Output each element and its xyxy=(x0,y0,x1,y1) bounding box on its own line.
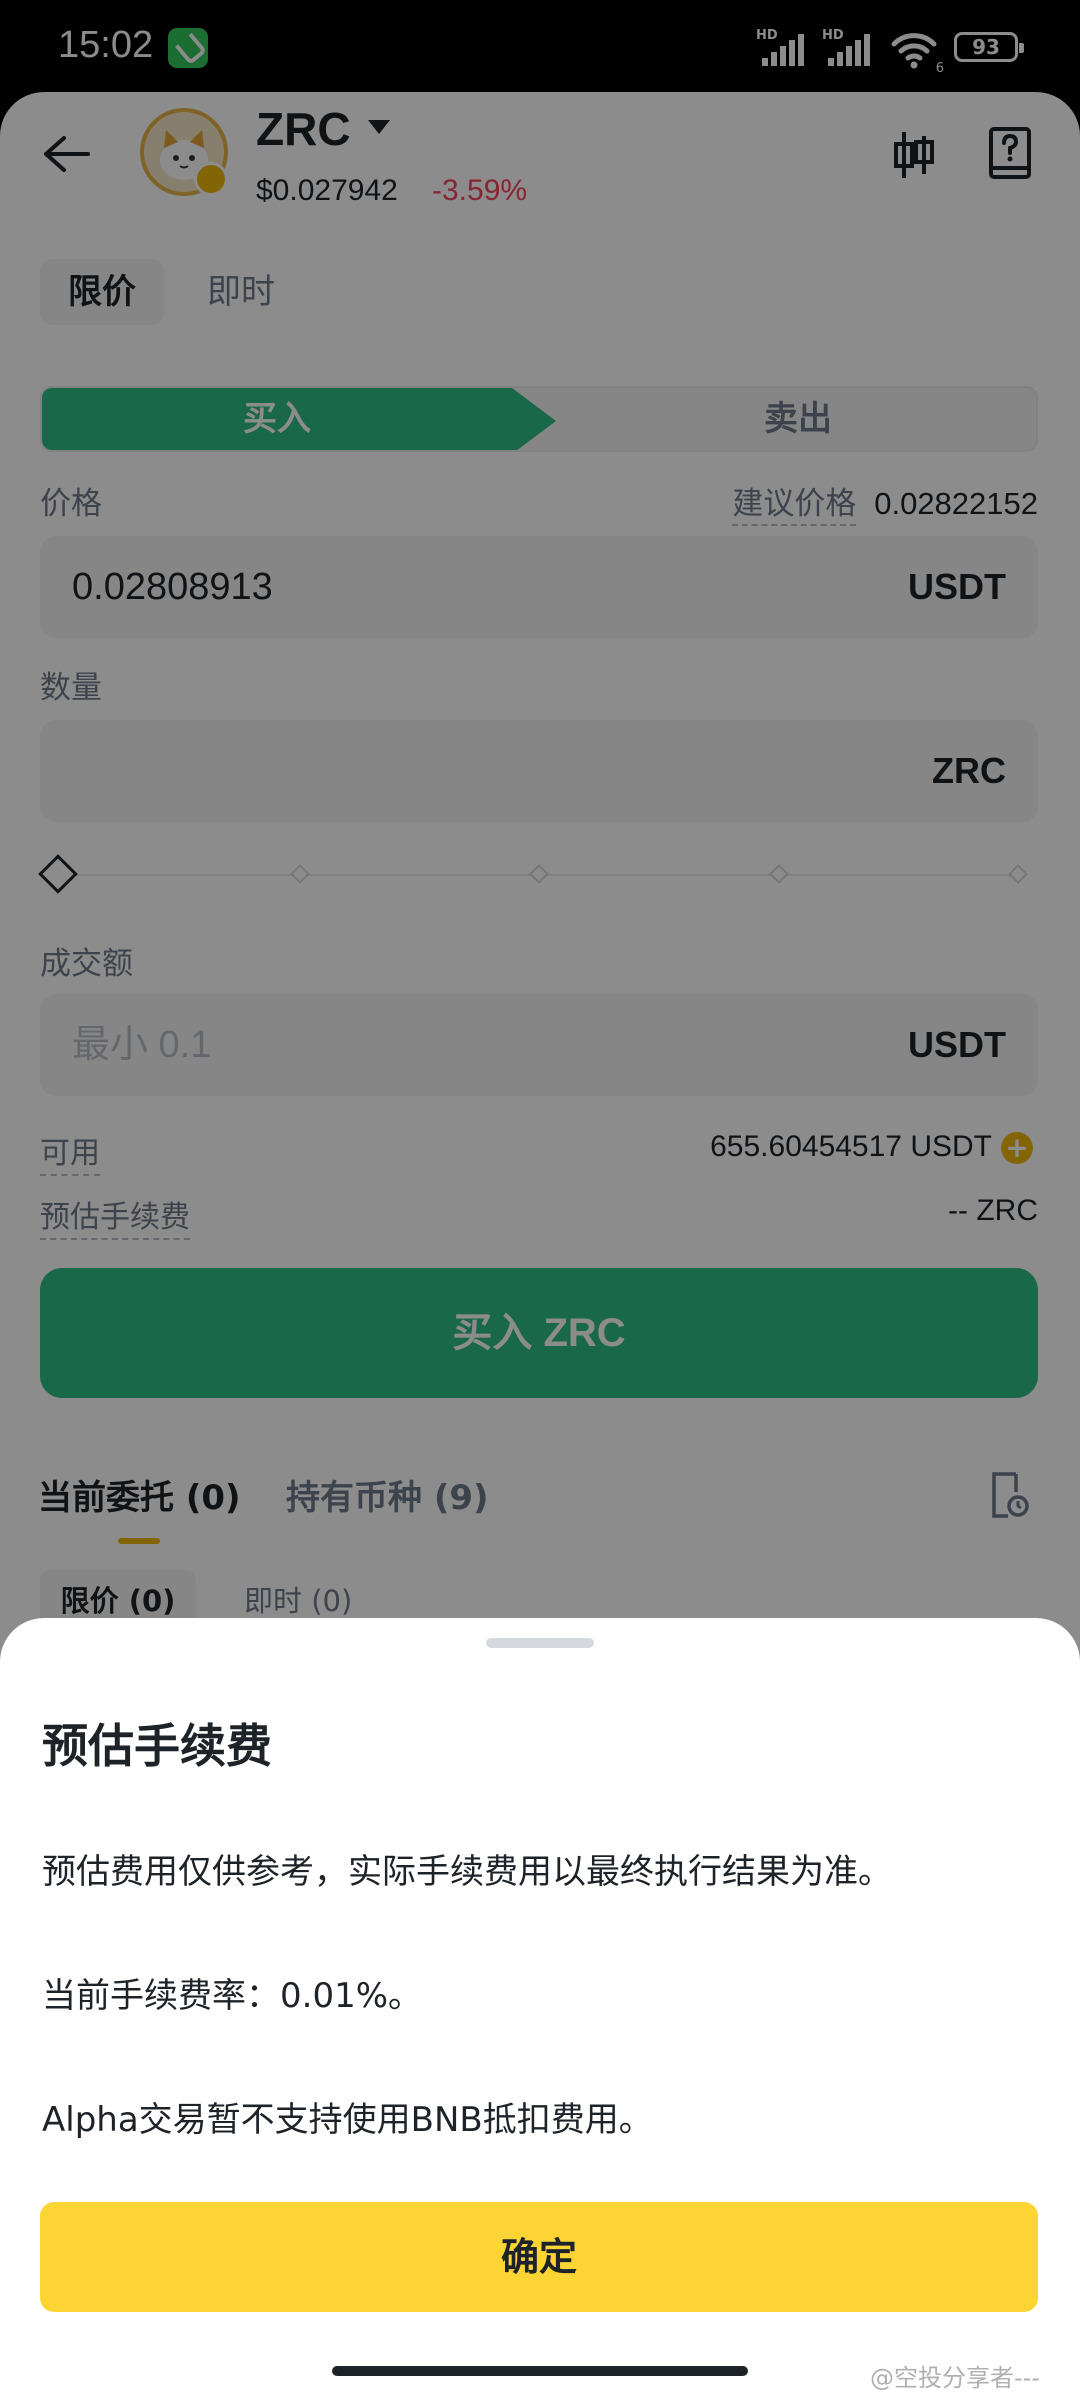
sheet-text-3: Alpha交易暂不支持使用BNB抵扣费用。 xyxy=(42,2100,653,2140)
confirm-button[interactable]: 确定 xyxy=(40,2202,1038,2312)
sheet-text-2: 当前手续费率：0.01%。 xyxy=(42,1976,423,2016)
home-indicator[interactable] xyxy=(332,2366,748,2376)
fee-info-sheet: 预估手续费 预估费用仅供参考，实际手续费用以最终执行结果为准。 当前手续费率：0… xyxy=(0,1618,1080,2400)
sheet-grabber[interactable] xyxy=(486,1638,594,1648)
sheet-title: 预估手续费 xyxy=(42,1719,272,1773)
watermark: @空投分享者--- xyxy=(870,2364,1040,2392)
sheet-text-1: 预估费用仅供参考，实际手续费用以最终执行结果为准。 xyxy=(42,1852,892,1892)
